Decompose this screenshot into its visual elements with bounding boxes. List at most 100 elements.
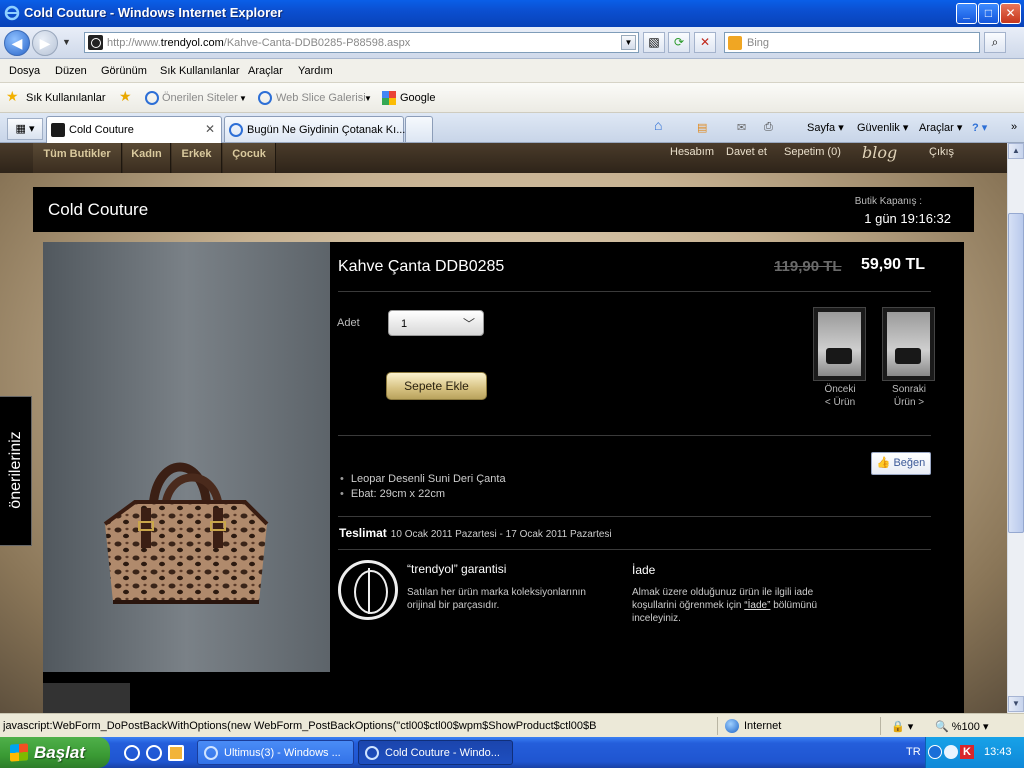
- tab-bugun-ne-giydin[interactable]: Bugün Ne Giydinin Çotanak Kı...: [224, 116, 405, 142]
- web-slice-dropdown-icon[interactable]: ▼: [364, 94, 372, 103]
- mail-icon[interactable]: ✉: [737, 121, 746, 134]
- favorites-bar: ★ Sık Kullanılanlar ★ Önerilen Siteler ▼…: [0, 83, 1024, 113]
- menu-gorunum[interactable]: Görünüm: [101, 65, 147, 77]
- close-button[interactable]: ✕: [1000, 3, 1021, 24]
- security-zone[interactable]: Internet: [744, 720, 781, 732]
- nav-tum-butikler[interactable]: Tüm Butikler: [33, 143, 122, 173]
- add-to-cart-button[interactable]: Sepete Ekle: [386, 372, 487, 400]
- tray-arrow-icon[interactable]: [928, 745, 942, 759]
- feature-item: Leopar Desenli Suni Deri Çanta: [340, 472, 506, 487]
- tab-bar: ▦ ▾ Cold Couture ✕ Bugün Ne Giydinin Çot…: [0, 113, 1024, 143]
- ie-logo-icon: [4, 5, 20, 21]
- menu-sik-kullanilanlar[interactable]: Sık Kullanılanlar: [160, 65, 240, 77]
- site-favicon-icon: [88, 35, 103, 50]
- window-titlebar: Cold Couture - Windows Internet Explorer…: [0, 0, 1024, 27]
- product-title: Kahve Çanta DDB0285: [338, 258, 505, 275]
- link-cikis[interactable]: Çıkış: [929, 146, 954, 158]
- guarantee-text: Satılan her ürün marka koleksiyonlarının…: [407, 587, 586, 611]
- safety-menu[interactable]: Güvenlik ▾: [857, 121, 908, 134]
- tools-menu[interactable]: Araçlar ▾: [919, 121, 962, 134]
- favorites-star-icon[interactable]: ★: [6, 88, 19, 105]
- suggested-sites-dropdown-icon[interactable]: ▼: [239, 94, 247, 103]
- url-field[interactable]: http://www.trendyol.com/Kahve-Canta-DDB0…: [84, 32, 639, 53]
- scroll-down-icon[interactable]: ▼: [1008, 696, 1024, 712]
- page-menu[interactable]: Sayfa ▾: [807, 121, 844, 134]
- forward-button[interactable]: ▶: [32, 30, 58, 56]
- search-go-icon[interactable]: ⌕: [984, 32, 1006, 53]
- refresh-icon[interactable]: ⟳: [668, 32, 690, 53]
- search-input[interactable]: Bing: [724, 32, 980, 53]
- start-button[interactable]: Başlat: [0, 737, 110, 768]
- ie-icon: [365, 746, 379, 760]
- compatibility-view-icon[interactable]: ▧: [643, 32, 665, 53]
- add-favorite-icon[interactable]: ★: [119, 88, 132, 105]
- menu-dosya[interactable]: Dosya: [9, 65, 40, 77]
- tab-close-icon[interactable]: ✕: [205, 122, 215, 136]
- print-icon[interactable]: ⎙: [764, 121, 773, 134]
- nav-erkek[interactable]: Erkek: [172, 143, 222, 173]
- blog-logo[interactable]: blog: [862, 143, 897, 162]
- menu-duzen[interactable]: Düzen: [55, 65, 87, 77]
- tray-ie-icon[interactable]: [944, 745, 958, 759]
- vertical-scrollbar[interactable]: ▲ ▼: [1007, 143, 1024, 713]
- menu-yardim[interactable]: Yardım: [298, 65, 333, 77]
- previous-product-thumbnail[interactable]: [813, 307, 866, 381]
- next-product-thumbnail[interactable]: [882, 307, 935, 381]
- quicklaunch-ie2-icon[interactable]: [146, 745, 162, 761]
- quick-tabs-button[interactable]: ▦ ▾: [7, 118, 43, 140]
- menu-araclar[interactable]: Araçlar: [248, 65, 283, 77]
- chevron-down-icon: ﹀: [462, 317, 475, 331]
- nav-cocuk[interactable]: Çocuk: [223, 143, 276, 173]
- thumbs-up-icon: 👍: [876, 457, 891, 469]
- closing-label: Butik Kapanış :: [854, 196, 922, 207]
- page-viewport: Tüm Butikler Kadın Erkek Çocuk Hesabım D…: [0, 143, 1007, 713]
- web-slice-gallery-link[interactable]: Web Slice Galerisi: [276, 92, 366, 104]
- minimize-button[interactable]: _: [956, 3, 977, 24]
- help-icon[interactable]: ? ▾: [972, 121, 987, 134]
- previous-product-link[interactable]: Önceki < Ürün: [810, 383, 870, 409]
- feeds-icon[interactable]: ▤: [697, 121, 707, 134]
- return-policy-link[interactable]: “İade”: [744, 600, 770, 611]
- url-dropdown-icon[interactable]: ▼: [621, 35, 636, 50]
- maximize-button[interactable]: □: [978, 3, 999, 24]
- toolbar-overflow-icon[interactable]: »: [1011, 121, 1017, 133]
- link-hesabim[interactable]: Hesabım: [670, 146, 714, 158]
- favorites-button[interactable]: Sık Kullanılanlar: [26, 92, 106, 104]
- taskbar-item-ultimus[interactable]: Ultimus(3) - Windows ...: [197, 740, 354, 765]
- quantity-select[interactable]: 1 ﹀: [388, 310, 484, 336]
- stop-icon[interactable]: ✕: [694, 32, 716, 53]
- tab-cold-couture[interactable]: Cold Couture ✕: [46, 116, 222, 143]
- facebook-like-button[interactable]: 👍 Beğen: [871, 452, 931, 475]
- suggestions-side-tab[interactable]: önerileriniz: [0, 396, 32, 546]
- search-placeholder: Bing: [747, 37, 770, 49]
- product-image[interactable]: [43, 242, 330, 672]
- taskbar-item-cold-couture[interactable]: Cold Couture - Windo...: [358, 740, 513, 765]
- guarantee-title: “trendyol” garantisi: [407, 562, 507, 576]
- new-tab-button[interactable]: [405, 116, 433, 142]
- suggested-sites-icon: [145, 91, 159, 105]
- back-button[interactable]: ◀: [4, 30, 30, 56]
- url-text[interactable]: http://www.trendyol.com/Kahve-Canta-DDB0…: [107, 37, 410, 49]
- status-separator: [717, 717, 718, 735]
- internet-zone-icon: [725, 719, 739, 733]
- google-link[interactable]: Google: [400, 92, 435, 104]
- language-indicator[interactable]: TR: [906, 746, 921, 758]
- home-icon[interactable]: ⌂: [654, 117, 662, 133]
- link-sepetim[interactable]: Sepetim (0): [784, 146, 841, 158]
- suggested-sites-link[interactable]: Önerilen Siteler: [162, 92, 238, 104]
- link-davet-et[interactable]: Davet et: [726, 146, 767, 158]
- tray-antivirus-icon[interactable]: K: [960, 745, 974, 759]
- scroll-up-icon[interactable]: ▲: [1008, 143, 1024, 159]
- zoom-level[interactable]: 🔍 %100 ▾: [935, 720, 988, 733]
- next-product-link[interactable]: Sonraki Ürün >: [879, 383, 939, 409]
- scroll-thumb[interactable]: [1008, 213, 1024, 533]
- product-thumbnail[interactable]: [43, 683, 130, 713]
- tab-label: Cold Couture: [69, 124, 134, 136]
- quicklaunch-app-icon[interactable]: [168, 745, 184, 761]
- quicklaunch-ie-icon[interactable]: [124, 745, 140, 761]
- history-dropdown-icon[interactable]: ▼: [62, 37, 71, 47]
- nav-kadin[interactable]: Kadın: [123, 143, 171, 173]
- system-tray: TR K 13:43: [906, 737, 1024, 768]
- protected-mode-icon[interactable]: 🔒 ▾: [891, 720, 913, 733]
- divider: [338, 516, 931, 517]
